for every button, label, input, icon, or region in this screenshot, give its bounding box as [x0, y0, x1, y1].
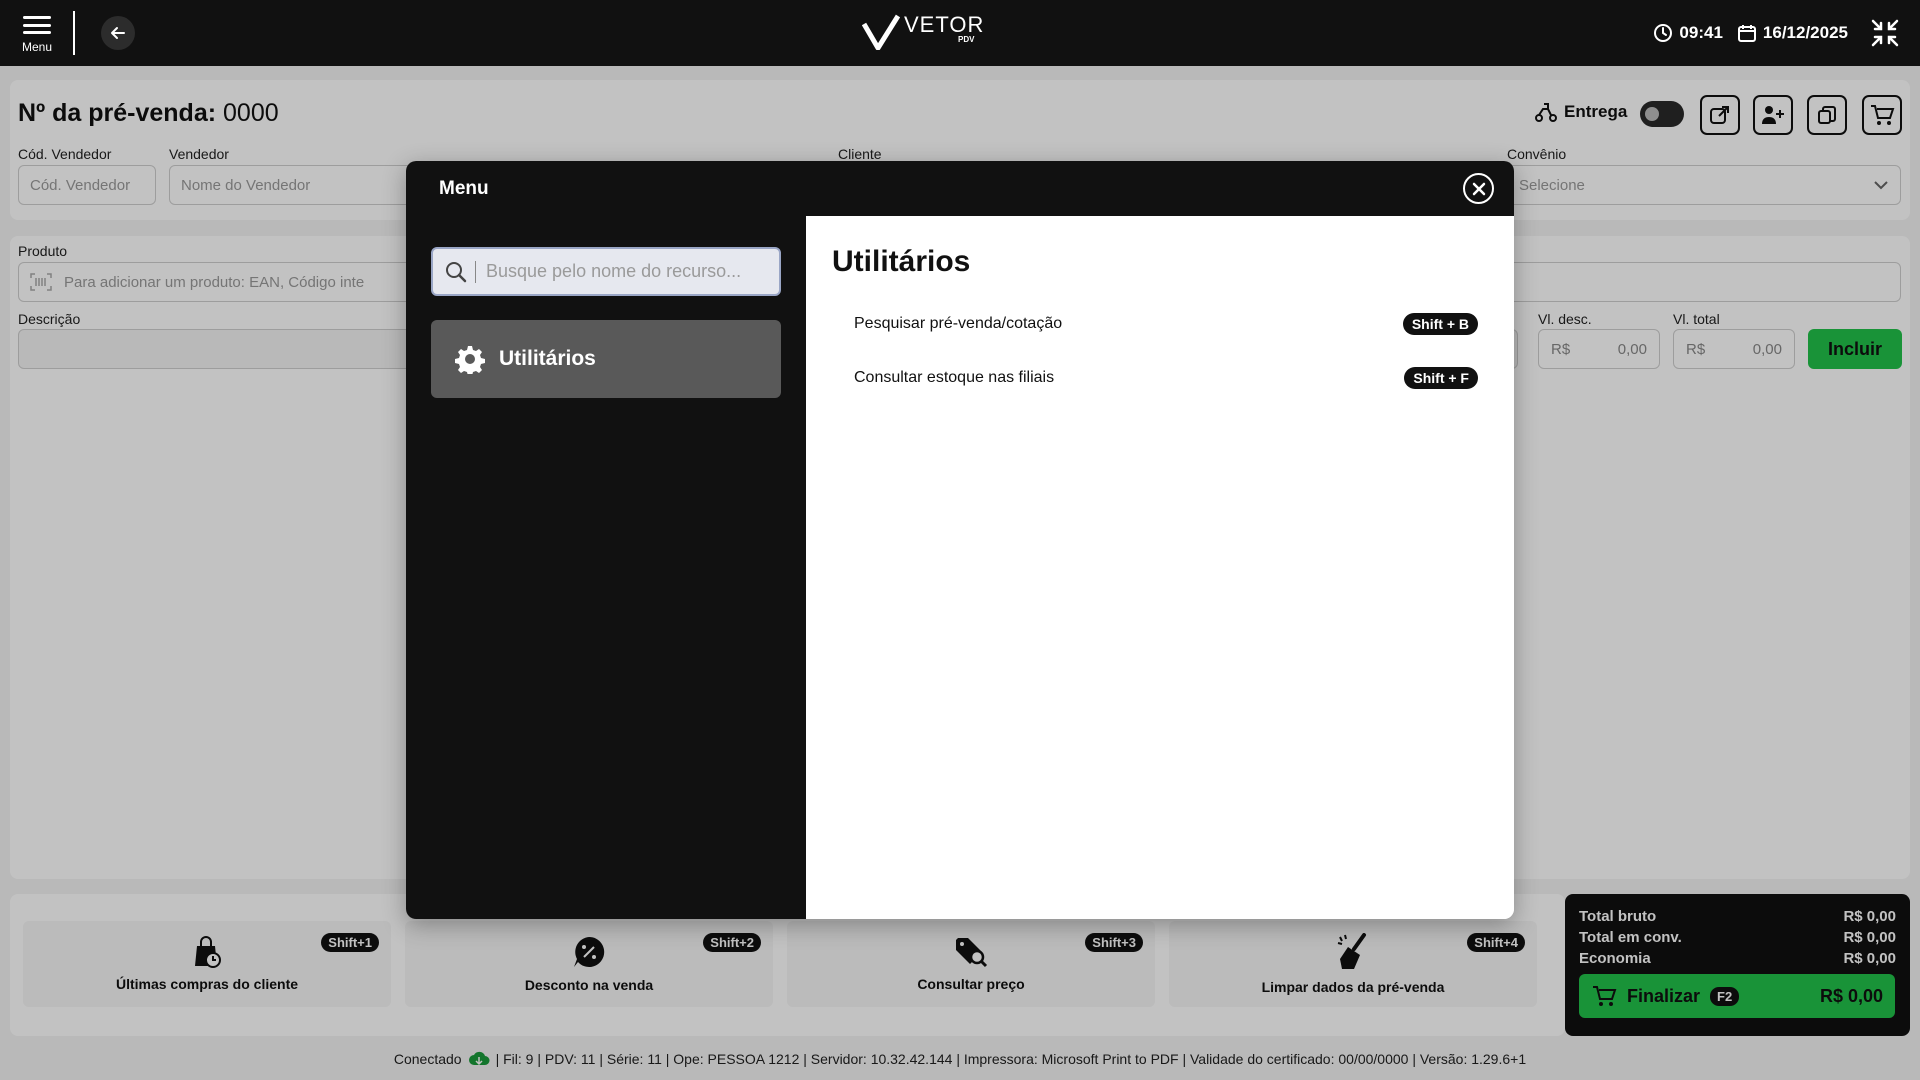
modal-title: Menu	[439, 178, 489, 199]
vetor-logo: VETOR PDV	[862, 14, 984, 50]
arrow-left-icon	[111, 27, 125, 39]
close-modal-button[interactable]	[1463, 173, 1494, 204]
current-time: 09:41	[1679, 23, 1723, 42]
resource-search[interactable]	[431, 247, 781, 296]
modal-sidebar: Utilitários	[406, 216, 806, 919]
section-title: Utilitários	[832, 245, 971, 278]
vetor-v-icon	[862, 14, 900, 50]
exit-fullscreen-button[interactable]	[1870, 18, 1900, 48]
calendar-icon	[1737, 25, 1756, 42]
sidebar-item-label: Utilitários	[499, 347, 596, 370]
current-date: 16/12/2025	[1762, 23, 1848, 42]
menu-item-shortcut: Shift + B	[1402, 313, 1478, 335]
resource-search-input[interactable]	[486, 261, 756, 282]
back-button[interactable]	[101, 16, 135, 50]
top-divider	[73, 11, 75, 55]
menu-item-label: Pesquisar pré-venda/cotação	[854, 315, 1063, 332]
calendar: 16/12/2025	[1737, 23, 1848, 43]
clock-icon	[1654, 24, 1673, 42]
collapse-icon	[1871, 19, 1899, 47]
menu-item-consultar-estoque[interactable]: Consultar estoque nas filiais Shift + F	[854, 363, 1478, 393]
hamburger-icon	[23, 16, 51, 34]
gear-icon	[455, 346, 485, 374]
menu-item-pesquisar-pre-venda[interactable]: Pesquisar pré-venda/cotação Shift + B	[854, 309, 1478, 339]
logo-title: VETOR	[904, 12, 985, 37]
menu-button-label: Menu	[21, 40, 53, 54]
modal-content: Utilitários Pesquisar pré-venda/cotação …	[806, 216, 1514, 919]
menu-button[interactable]: Menu	[18, 12, 56, 56]
search-separator	[475, 260, 476, 283]
menu-item-label: Consultar estoque nas filiais	[854, 369, 1055, 386]
search-icon	[446, 261, 467, 282]
clock: 09:41	[1653, 23, 1723, 43]
menu-modal: Menu Utilitários Utilitários Pesquisar p…	[406, 161, 1514, 919]
modal-header: Menu	[406, 161, 1514, 216]
logo-subtitle: PDV	[958, 35, 975, 44]
menu-item-shortcut: Shift + F	[1404, 367, 1478, 389]
sidebar-item-utilitarios[interactable]: Utilitários	[431, 320, 781, 398]
close-icon	[1472, 182, 1485, 195]
top-bar: Menu VETOR PDV 09:41 16/12/2025	[0, 0, 1920, 66]
